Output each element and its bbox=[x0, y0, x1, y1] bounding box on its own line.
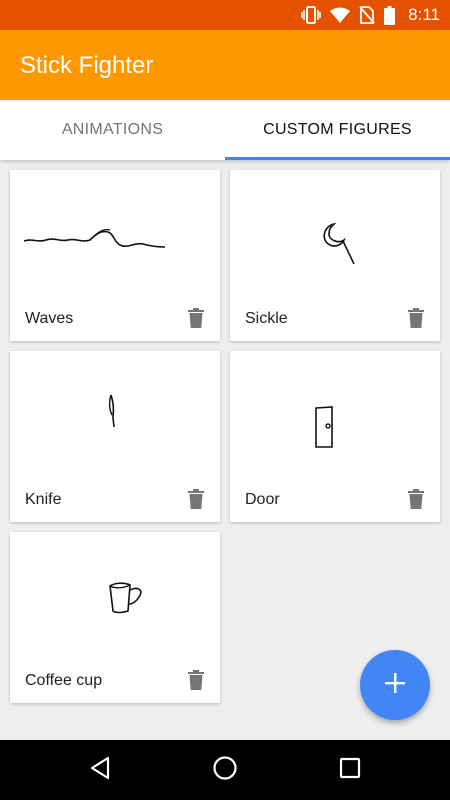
tab-custom-figures[interactable]: CUSTOM FIGURES bbox=[225, 100, 450, 160]
figure-card-sickle[interactable]: Sickle bbox=[230, 170, 440, 341]
figure-name: Coffee cup bbox=[25, 672, 103, 689]
delete-icon[interactable] bbox=[188, 670, 204, 690]
status-bar: 8:11 bbox=[0, 0, 450, 30]
status-time: 8:11 bbox=[408, 5, 440, 24]
sickle-drawing bbox=[323, 222, 355, 265]
recents-icon bbox=[339, 757, 361, 784]
figure-name: Knife bbox=[25, 491, 62, 508]
figure-name: Waves bbox=[25, 310, 74, 327]
back-icon bbox=[89, 756, 111, 785]
recents-button[interactable] bbox=[334, 754, 366, 786]
back-button[interactable] bbox=[84, 754, 116, 786]
tab-bar: ANIMATIONS CUSTOM FIGURES bbox=[0, 100, 450, 160]
home-icon bbox=[212, 755, 238, 786]
add-figure-button[interactable] bbox=[360, 650, 430, 720]
tab-animations[interactable]: ANIMATIONS bbox=[0, 100, 225, 160]
battery-icon bbox=[384, 5, 396, 25]
figure-card-coffee-cup[interactable]: Coffee cup bbox=[10, 532, 220, 703]
figure-card-knife[interactable]: Knife bbox=[10, 351, 220, 522]
app-title: Stick Fighter bbox=[20, 52, 154, 79]
delete-icon[interactable] bbox=[188, 489, 204, 509]
knife-drawing bbox=[108, 394, 115, 428]
home-button[interactable] bbox=[209, 754, 241, 786]
delete-icon[interactable] bbox=[408, 308, 424, 328]
figure-name: Door bbox=[245, 491, 280, 508]
delete-icon[interactable] bbox=[408, 489, 424, 509]
vibrate-icon bbox=[301, 6, 321, 24]
coffee-cup-drawing bbox=[109, 582, 142, 614]
no-sim-icon bbox=[359, 6, 375, 24]
waves-drawing bbox=[23, 229, 166, 248]
delete-icon[interactable] bbox=[188, 308, 204, 328]
wifi-icon bbox=[330, 7, 351, 23]
door-drawing bbox=[315, 406, 333, 448]
plus-icon bbox=[385, 672, 405, 698]
figure-card-door[interactable]: Door bbox=[230, 351, 440, 522]
app-bar: Stick Fighter bbox=[0, 30, 450, 100]
navigation-bar bbox=[0, 740, 450, 800]
figure-name: Sickle bbox=[245, 310, 288, 327]
figure-card-waves[interactable]: Waves bbox=[10, 170, 220, 341]
